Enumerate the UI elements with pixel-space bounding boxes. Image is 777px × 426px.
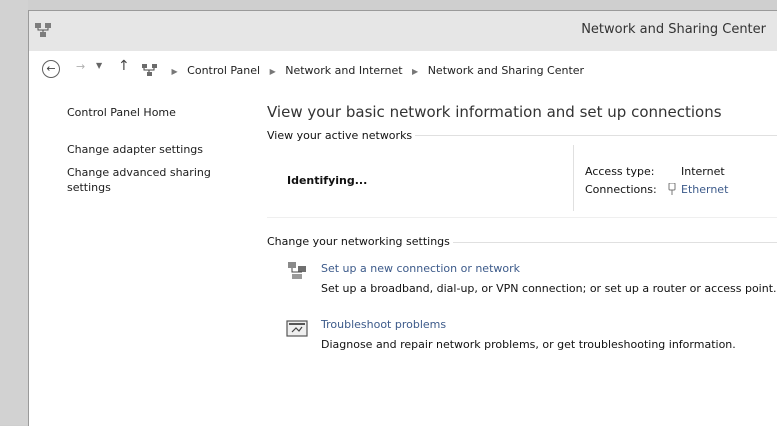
crumb-network-internet[interactable]: Network and Internet <box>285 64 402 77</box>
title-bar[interactable]: Network and Sharing Center <box>29 11 777 52</box>
ethernet-icon <box>668 183 676 195</box>
change-settings-header: Change your networking settings <box>267 235 450 248</box>
troubleshoot-icon <box>286 320 308 337</box>
network-name: Identifying... <box>287 174 368 187</box>
page-title: View your basic network information and … <box>267 103 722 121</box>
task-setup-connection-description: Set up a broadband, dial-up, or VPN conn… <box>321 282 777 295</box>
sidebar-item-change-advanced-sharing-settings[interactable]: Change advanced sharing settings <box>67 165 227 195</box>
recent-locations-dropdown[interactable]: ▼ <box>96 61 102 70</box>
sidebar-item-control-panel-home[interactable]: Control Panel Home <box>67 105 176 120</box>
network-setup-icon <box>288 262 306 279</box>
chevron-right-icon[interactable]: ▶ <box>412 67 418 76</box>
divider <box>573 145 574 211</box>
back-button[interactable]: ← <box>42 60 60 78</box>
task-troubleshoot-link[interactable]: Troubleshoot problems <box>321 318 446 331</box>
crumb-control-panel[interactable]: Control Panel <box>187 64 260 77</box>
desktop-background <box>0 0 28 425</box>
crumb-network-sharing-center[interactable]: Network and Sharing Center <box>428 64 584 77</box>
divider <box>453 242 777 243</box>
up-button[interactable]: ↑ <box>118 58 130 74</box>
network-sharing-center-window: Network and Sharing Center ← → ▼ ↑ ▶ Con… <box>28 10 777 426</box>
address-bar: ← → ▼ ↑ ▶ Control Panel ▶ Network and In… <box>29 51 777 87</box>
divider <box>267 217 777 218</box>
connections-link-ethernet[interactable]: Ethernet <box>681 183 728 196</box>
task-setup-connection-link[interactable]: Set up a new connection or network <box>321 262 520 275</box>
divider <box>415 135 777 136</box>
breadcrumb: ▶ Control Panel ▶ Network and Internet ▶… <box>142 63 584 77</box>
access-type-label: Access type: <box>585 165 655 178</box>
network-icon <box>35 23 51 37</box>
active-networks-header: View your active networks <box>267 129 413 142</box>
task-troubleshoot-description: Diagnose and repair network problems, or… <box>321 338 736 351</box>
connections-label: Connections: <box>585 183 657 196</box>
control-panel-icon <box>142 64 157 76</box>
sidebar-item-change-adapter-settings[interactable]: Change adapter settings <box>67 142 203 157</box>
chevron-right-icon[interactable]: ▶ <box>172 67 178 76</box>
window-title: Network and Sharing Center <box>581 22 766 37</box>
forward-button[interactable]: → <box>76 60 85 73</box>
access-type-value: Internet <box>681 165 725 178</box>
chevron-right-icon[interactable]: ▶ <box>270 67 276 76</box>
